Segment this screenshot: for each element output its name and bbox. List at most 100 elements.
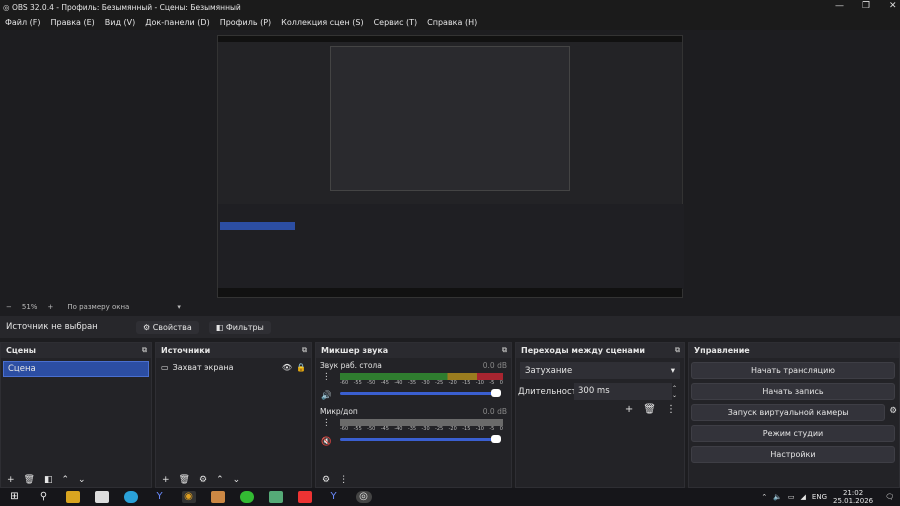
menu-dots-icon[interactable]: ⋮: [322, 372, 331, 382]
meter-tick: -40: [394, 426, 403, 432]
menu-file[interactable]: Файл (F): [0, 18, 46, 27]
zoom-out-button[interactable]: −: [6, 303, 12, 311]
duration-spinbox[interactable]: 300 ms: [574, 383, 672, 400]
yandex-browser-icon[interactable]: Y: [327, 491, 341, 503]
add-icon[interactable]: +: [7, 475, 15, 485]
properties-button[interactable]: ⚙ Свойства: [136, 320, 199, 334]
spin-arrows-icon[interactable]: ⌃ ⌄: [672, 385, 682, 399]
scene-transitions-dock: Переходы между сценами ⧉ Затухание ▾ Длите…: [515, 342, 685, 488]
duration-label: Длительность: [518, 386, 582, 397]
meter-ticks: -60 -55 -50 -45 -40 -35 -30 -25 -20 -15 -10 -5 0: [340, 380, 503, 386]
menu-dots-icon[interactable]: ⋮: [666, 404, 676, 415]
channel-level: 0.0 dB: [482, 361, 507, 370]
menu-edit[interactable]: Правка (E): [46, 18, 100, 27]
meter-tick: -10: [475, 380, 484, 386]
clock[interactable]: 21:02 25.01.2026: [833, 489, 873, 505]
filter-icon[interactable]: ◧: [44, 475, 53, 485]
close-button[interactable]: ✕: [889, 1, 897, 11]
meter-tick: 0: [499, 426, 503, 432]
muted-speaker-icon[interactable]: 🔇: [321, 437, 332, 447]
windows-start-icon[interactable]: ⊞: [8, 491, 22, 503]
meter-tick: -45: [380, 426, 389, 432]
meter-tick: -35: [407, 380, 417, 386]
menu-profile[interactable]: Профиль (P): [215, 18, 276, 27]
start-recording-button[interactable]: Начать запись: [691, 383, 895, 400]
meter-tick: -15: [462, 426, 471, 432]
undock-icon[interactable]: ⧉: [675, 346, 680, 355]
volume-slider[interactable]: [340, 435, 501, 443]
up-icon[interactable]: ⌃: [216, 475, 224, 485]
language-indicator[interactable]: ENG: [812, 493, 827, 501]
zoom-in-button[interactable]: +: [47, 303, 53, 311]
filters-button[interactable]: ◧ Фильтры: [208, 320, 271, 334]
down-icon[interactable]: ⌄: [233, 475, 241, 485]
meter-tick: -40: [394, 380, 403, 386]
scenes-dock: Сцены ⧉ Сцена + 🗑 ◧ ⌃ ⌄: [0, 342, 152, 488]
mixer-channel: Микр/доп 0.0 dB ⋮ -60 -55 -50 -45 -40 -35 -30 -2…: [316, 404, 511, 450]
menu-help[interactable]: Справка (H): [422, 18, 482, 27]
speaker-icon[interactable]: 🔈: [773, 493, 782, 501]
undock-icon[interactable]: ⧉: [142, 346, 147, 355]
dock-title: Микшер звука: [321, 346, 389, 355]
file-explorer-icon[interactable]: [65, 491, 80, 503]
app-icon[interactable]: [268, 491, 283, 503]
yandex-icon[interactable]: Y: [153, 491, 167, 503]
filter-icon: ◧: [215, 322, 226, 332]
dock-title: Переходы между сценами: [521, 346, 645, 355]
undock-icon[interactable]: ⧉: [502, 346, 507, 355]
menu-scene-collection[interactable]: Коллекция сцен (S): [276, 18, 368, 27]
telegram-icon[interactable]: [123, 491, 138, 503]
maximize-button[interactable]: ❐: [862, 1, 870, 11]
dock-title: Сцены: [6, 346, 36, 355]
volume-slider[interactable]: [340, 389, 501, 397]
gear-icon[interactable]: ⚙: [889, 406, 897, 421]
meter-tick: -55: [353, 426, 362, 432]
menu-dots-icon[interactable]: ⋮: [322, 418, 331, 428]
tray-chevron-icon[interactable]: ⌃: [761, 493, 767, 501]
menu-docks[interactable]: Док-панели (D): [140, 18, 214, 27]
meter-tick: -5: [489, 380, 495, 386]
notifications-icon[interactable]: 🗨: [885, 493, 894, 501]
obs-taskbar-icon[interactable]: ◎: [355, 491, 372, 503]
menu-dots-icon[interactable]: ⋮: [339, 475, 348, 485]
menu-bar: Файл (F) Правка (E) Вид (V) Док-панели (…: [0, 14, 900, 30]
menu-tools[interactable]: Сервис (T): [369, 18, 423, 27]
down-icon[interactable]: ⌄: [78, 475, 86, 485]
menu-view[interactable]: Вид (V): [100, 18, 140, 27]
trash-icon[interactable]: 🗑: [24, 475, 35, 485]
transition-select[interactable]: Затухание ▾: [520, 362, 680, 379]
lock-icon[interactable]: 🔒: [296, 363, 306, 372]
studio-mode-button[interactable]: Режим студии: [691, 425, 895, 442]
scene-item[interactable]: Сцена: [3, 361, 149, 377]
settings-button[interactable]: Настройки: [691, 446, 895, 463]
minimize-button[interactable]: —: [835, 1, 844, 11]
app-icon[interactable]: [210, 491, 225, 503]
app-icon[interactable]: [297, 491, 312, 503]
zoom-mode-select[interactable]: По размеру окна: [67, 303, 177, 311]
up-icon[interactable]: ⌃: [62, 475, 70, 485]
dock-title: Источники: [161, 346, 211, 355]
battery-icon[interactable]: ▭: [788, 493, 795, 501]
trash-icon[interactable]: 🗑: [179, 475, 190, 485]
start-virtual-camera-button[interactable]: Запуск виртуальной камеры: [691, 404, 886, 421]
meter-ticks: -60 -55 -50 -45 -40 -35 -30 -25 -20 -15 -10 -5 0: [340, 426, 503, 432]
source-item[interactable]: ▭ Захват экрана 👁 🔒: [156, 358, 311, 377]
app-icon[interactable]: [239, 491, 254, 503]
advanced-audio-gear-icon[interactable]: ⚙: [322, 475, 330, 485]
meter-tick: -45: [380, 380, 389, 386]
app-icon[interactable]: ◉: [181, 491, 196, 503]
zoom-bar: − 51% + По размеру окна ▾: [0, 300, 900, 314]
gear-icon[interactable]: ⚙: [199, 475, 207, 485]
calendar-app-icon[interactable]: [94, 491, 109, 503]
undock-icon[interactable]: ⧉: [302, 346, 307, 355]
add-transition-icon[interactable]: +: [625, 404, 633, 415]
eye-icon[interactable]: 👁: [282, 363, 292, 372]
trash-icon[interactable]: 🗑: [643, 404, 656, 415]
speaker-icon[interactable]: 🔊: [321, 391, 332, 401]
chevron-down-icon: ▾: [670, 365, 675, 376]
start-streaming-button[interactable]: Начать трансляцию: [691, 362, 895, 379]
add-icon[interactable]: +: [162, 475, 170, 485]
wifi-icon[interactable]: ◢: [801, 493, 806, 501]
search-icon[interactable]: ⚲: [37, 491, 51, 503]
meter-tick: -5: [489, 426, 495, 432]
